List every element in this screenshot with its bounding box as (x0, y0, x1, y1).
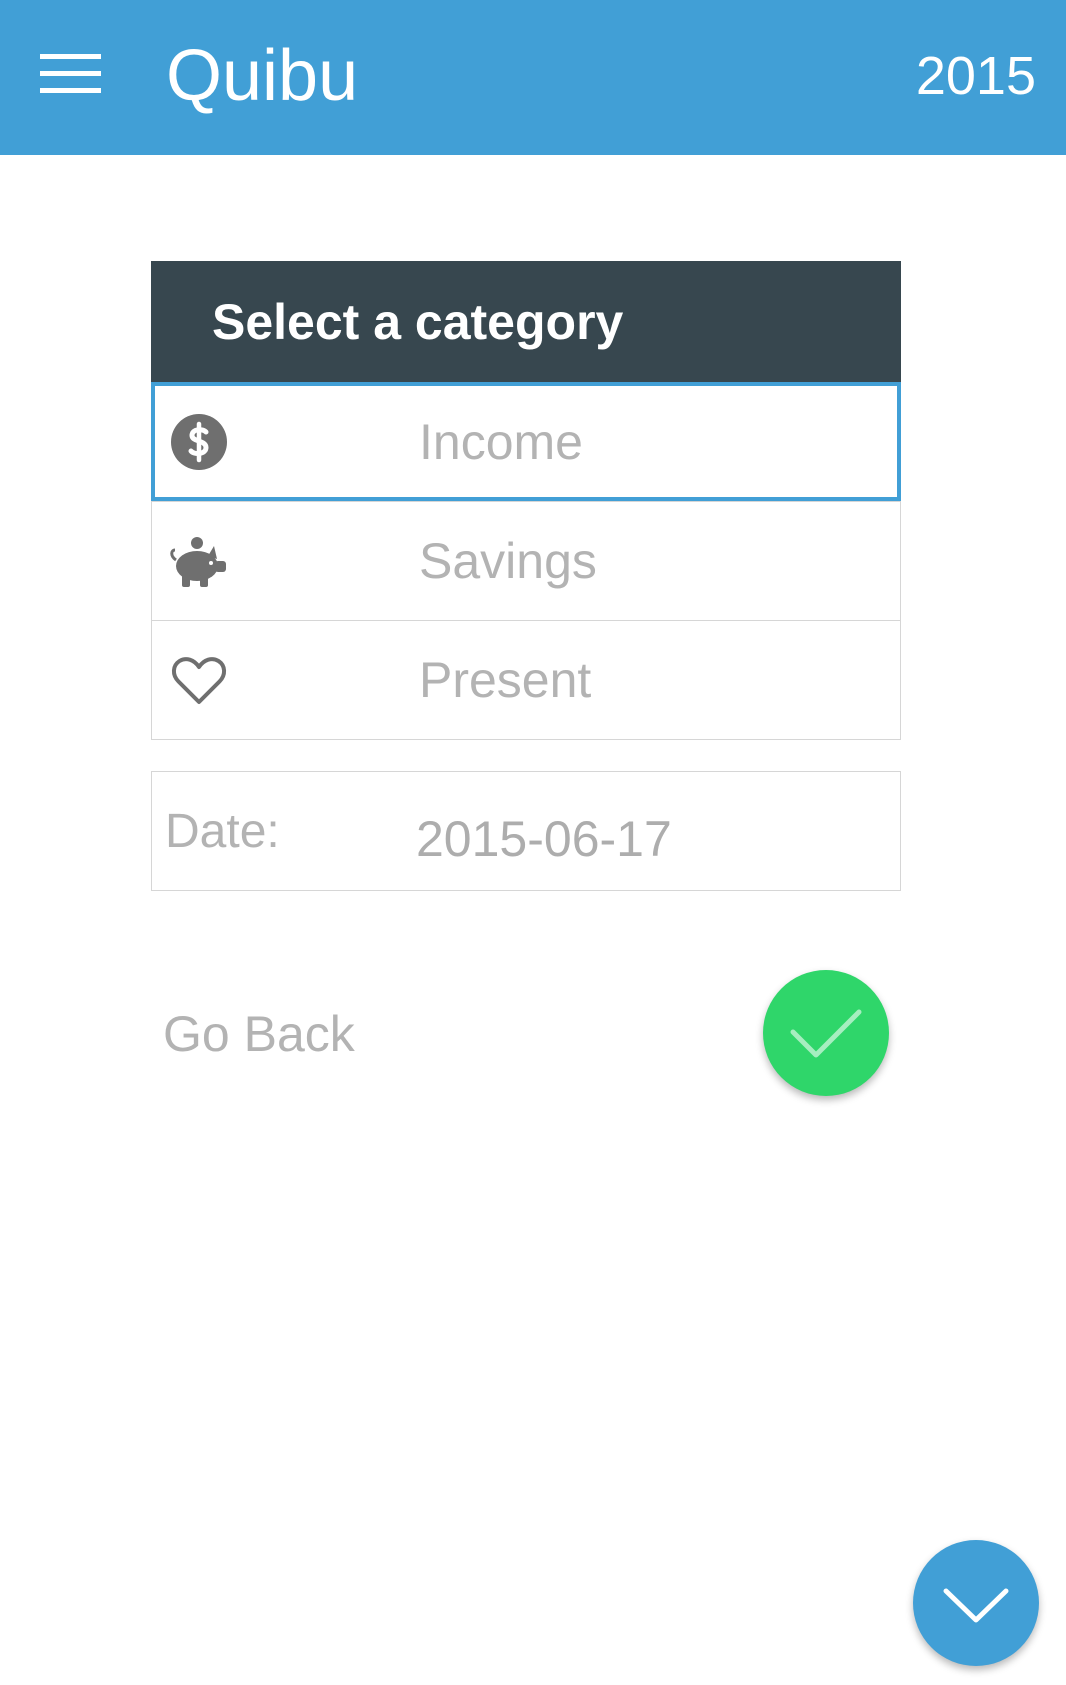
go-back-button[interactable]: Go Back (163, 1003, 355, 1065)
category-card-header: Select a category (151, 261, 901, 382)
category-item-income[interactable]: Income (151, 382, 901, 501)
checkmark-icon (790, 1009, 862, 1058)
date-field[interactable]: Date: 2015-06-17 (151, 771, 901, 891)
category-item-present[interactable]: Present (152, 620, 900, 739)
piggy-bank-icon (170, 537, 226, 587)
date-label: Date: (165, 805, 280, 858)
menu-button[interactable] (40, 54, 101, 94)
dollar-coin-icon (171, 414, 227, 470)
app-title: Quibu (166, 36, 359, 116)
category-card: Select a category Income Savings Present (151, 261, 901, 740)
category-item-savings[interactable]: Savings (152, 501, 900, 620)
hamburger-menu-icon (40, 54, 101, 59)
category-label: Present (419, 652, 592, 708)
year-selector[interactable]: 2015 (916, 44, 1036, 108)
app-bar: Quibu 2015 (0, 0, 1066, 155)
category-label: Income (419, 414, 583, 470)
confirm-button[interactable] (763, 970, 889, 1096)
chevron-down-icon (943, 1588, 1009, 1623)
category-list: Income Savings Present (151, 382, 901, 740)
category-card-title: Select a category (212, 293, 624, 350)
heart-icon (171, 657, 227, 704)
date-value[interactable]: 2015-06-17 (416, 808, 672, 870)
expand-fab-button[interactable] (913, 1540, 1039, 1666)
category-label: Savings (419, 533, 597, 589)
